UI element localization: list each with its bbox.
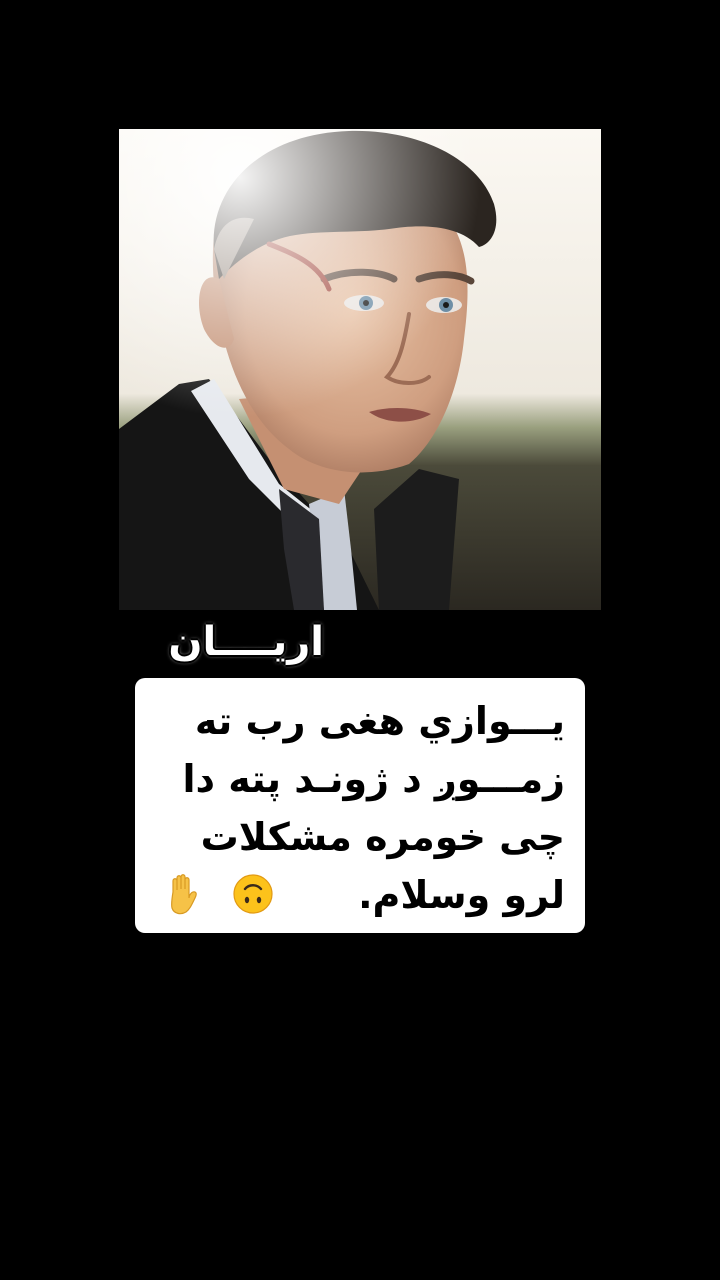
quote-line-2: زمـــوږ د ژونـد پته دا — [182, 757, 565, 801]
portrait-photo — [119, 129, 601, 610]
quote-line-4: لرو وسلام. — [358, 873, 565, 917]
upside-down-face-icon — [233, 874, 273, 914]
portrait-illustration — [119, 129, 601, 610]
quote-last-row: لرو وسلام. — [155, 866, 565, 924]
quote-line-1: يـــوازي هغى رب ته — [194, 699, 565, 743]
raised-hand-icon — [170, 874, 197, 915]
quote-card: يـــوازي هغى رب ته زمـــوږ د ژونـد پته د… — [135, 678, 585, 933]
author-signature: اريــــان — [168, 619, 324, 665]
quote-line-3: چى خومره مشكلات — [200, 815, 565, 859]
